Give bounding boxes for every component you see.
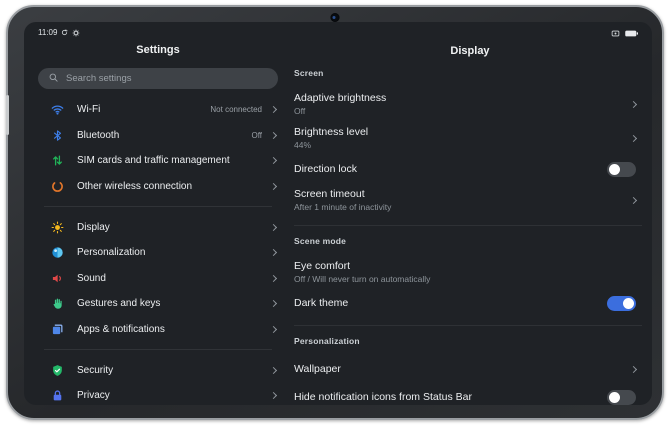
sidebar-item-label: Apps & notifications [77,324,271,335]
chevron-right-icon [270,183,277,190]
sidebar-divider [44,206,272,207]
sidebar-item-value: Off [251,131,262,140]
sidebar-item-wi-fi[interactable]: Wi-FiNot connected [32,97,284,123]
chevron-right-icon [630,196,637,203]
setting-label: Hide notification icons from Status Bar [294,391,607,404]
setting-label: Brightness level [294,126,631,139]
chevron-right-icon [270,249,277,256]
setting-label: Wallpaper [294,363,631,376]
setting-value: 44% [294,140,631,151]
hide-notification-icons-from-status-bar-toggle[interactable] [607,390,636,405]
sidebar-item-label: Sound [77,273,271,284]
setting-row-brightness-level[interactable]: Brightness level44% [294,121,646,155]
setting-row-screen-timeout[interactable]: Screen timeoutAfter 1 minute of inactivi… [294,183,646,217]
setting-row-hide-notification-icons-from-status-bar[interactable]: Hide notification icons from Status Bar [294,383,646,405]
search-input[interactable]: Search settings [38,68,278,89]
sidebar-item-apps-notifications[interactable]: Apps & notifications [32,317,284,343]
chevron-right-icon [630,365,637,372]
dark-theme-toggle[interactable] [607,296,636,311]
setting-row-dark-theme[interactable]: Dark theme [294,289,646,317]
sidebar-item-sound[interactable]: Sound [32,266,284,292]
chevron-right-icon [270,132,277,139]
setting-value: Off / Will never turn on automatically [294,274,636,285]
setting-value: After 1 minute of inactivity [294,202,631,213]
setting-row-eye-comfort[interactable]: Eye comfortOff / Will never turn on auto… [294,255,646,289]
sidebar-item-label: SIM cards and traffic management [77,155,271,166]
tablet-frame: 11:09 Settings Search settings Wi-FiNot … [6,5,664,420]
section-header-scene-mode: Scene mode [294,236,646,247]
sidebar-item-bluetooth[interactable]: BluetoothOff [32,123,284,149]
sidebar-item-label: Wi-Fi [77,104,210,115]
chevron-right-icon [270,275,277,282]
sidebar-item-security[interactable]: Security [32,357,284,383]
sidebar-item-personalization[interactable]: Personalization [32,240,284,266]
setting-row-direction-lock[interactable]: Direction lock [294,155,646,183]
sidebar-item-label: Gestures and keys [77,298,271,309]
sidebar-item-label: Personalization [77,247,271,258]
apps-icon [50,323,64,337]
chevron-right-icon [270,224,277,231]
setting-label: Screen timeout [294,188,631,201]
setting-value: Off [294,106,631,117]
setting-label: Dark theme [294,297,607,310]
sound-icon [50,271,64,285]
traffic-icon [50,154,64,168]
side-button [6,95,9,135]
search-icon [48,70,59,88]
front-camera [331,13,340,22]
settings-sidebar: Settings Search settings Wi-FiNot connec… [32,22,284,405]
search-placeholder: Search settings [66,73,131,84]
chevron-right-icon [270,326,277,333]
sidebar-item-gestures-and-keys[interactable]: Gestures and keys [32,291,284,317]
screen: 11:09 Settings Search settings Wi-FiNot … [24,22,652,405]
setting-row-adaptive-brightness[interactable]: Adaptive brightnessOff [294,87,646,121]
sidebar-item-display[interactable]: Display [32,214,284,240]
display-icon [50,220,64,234]
sidebar-title: Settings [32,43,284,57]
chevron-right-icon [630,100,637,107]
sidebar-item-label: Display [77,222,271,233]
direction-lock-toggle[interactable] [607,162,636,177]
sidebar-item-label: Privacy [77,390,271,401]
display-settings-panel: Display ScreenAdaptive brightnessOffBrig… [294,22,646,405]
wifi-icon [50,103,64,117]
setting-label: Adaptive brightness [294,92,631,105]
bluetooth-icon [50,128,64,142]
chevron-right-icon [270,367,277,374]
setting-label: Eye comfort [294,260,636,273]
sidebar-item-label: Other wireless connection [77,181,271,192]
personalization-icon [50,246,64,260]
sidebar-divider [44,349,272,350]
chevron-right-icon [270,392,277,399]
chevron-right-icon [270,300,277,307]
section-divider [294,225,642,226]
sidebar-item-value: Not connected [210,105,262,114]
sidebar-item-label: Bluetooth [77,130,251,141]
sidebar-item-privacy[interactable]: Privacy [32,383,284,405]
toggle-knob [623,298,634,309]
setting-row-wallpaper[interactable]: Wallpaper [294,355,646,383]
page-title: Display [294,44,646,58]
section-divider [294,325,642,326]
sidebar-item-other-wireless-connection[interactable]: Other wireless connection [32,174,284,200]
toggle-knob [609,164,620,175]
sidebar-item-sim-cards-and-traffic-management[interactable]: SIM cards and traffic management [32,148,284,174]
wireless-other-icon [50,180,64,194]
chevron-right-icon [270,157,277,164]
gestures-icon [50,297,64,311]
setting-label: Direction lock [294,163,607,176]
sidebar-item-label: Security [77,365,271,376]
chevron-right-icon [270,106,277,113]
section-header-screen: Screen [294,68,646,79]
privacy-icon [50,389,64,403]
toggle-knob [609,392,620,403]
chevron-right-icon [630,134,637,141]
security-icon [50,363,64,377]
section-header-personalization: Personalization [294,336,646,347]
